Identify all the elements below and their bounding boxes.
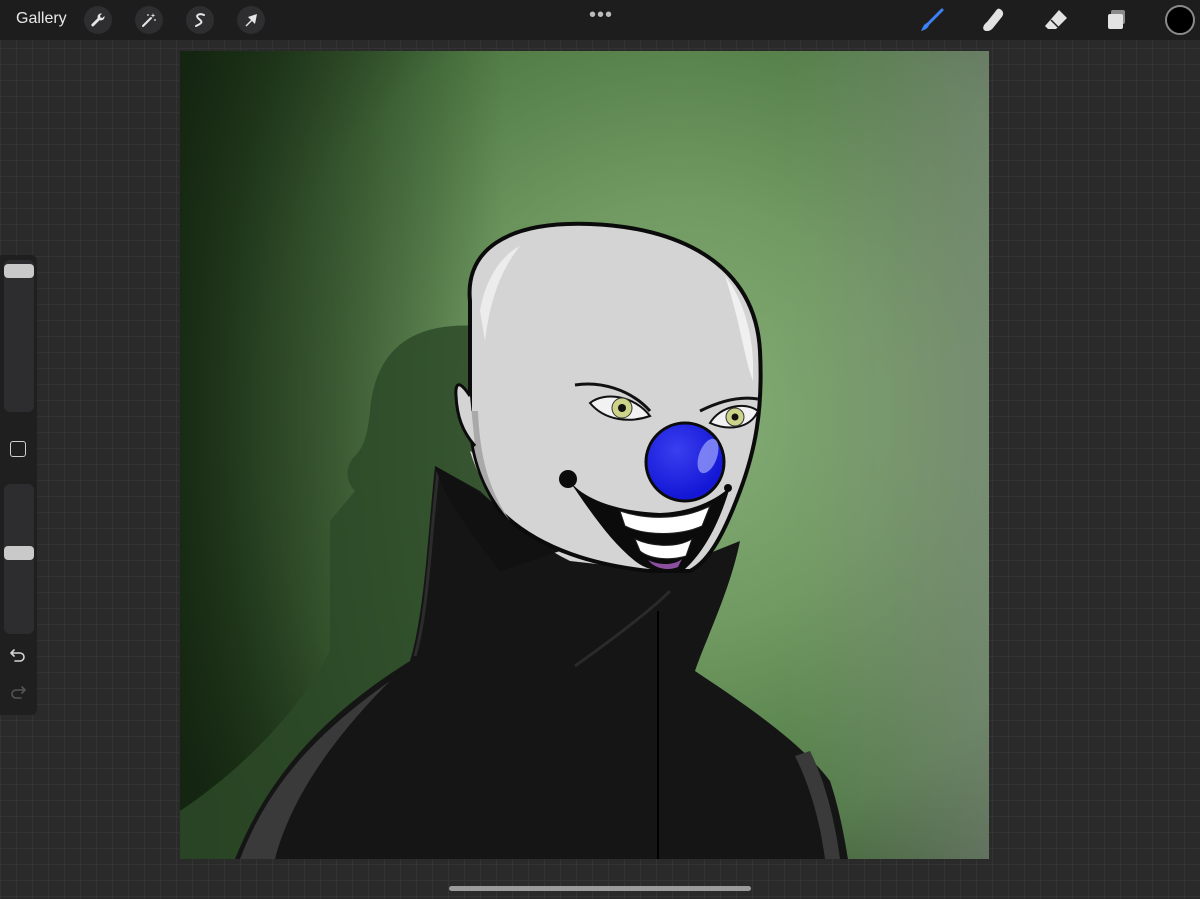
selection-s-icon [195,13,205,27]
smudge-finger-icon [983,8,1004,32]
home-indicator[interactable] [449,886,751,891]
wrench-icon [91,13,105,27]
eraser-tool-button[interactable] [1042,6,1070,34]
selection-button[interactable] [186,6,214,34]
undo-icon [10,649,25,662]
brush-tool-button[interactable] [918,6,946,34]
brush-size-thumb[interactable] [4,264,34,278]
undo-button[interactable] [9,646,27,664]
layers-icon [1108,10,1125,29]
redo-button[interactable] [9,683,27,701]
opacity-thumb[interactable] [4,546,34,560]
eraser-icon [1045,10,1067,29]
layers-button[interactable] [1103,6,1131,34]
gallery-button[interactable]: Gallery [16,10,67,28]
more-options-button[interactable]: ••• [589,4,613,27]
drawing-canvas[interactable] [180,51,989,859]
left-sidebar [0,255,37,715]
magic-wand-icon [142,13,156,27]
redo-icon [11,686,26,699]
smudge-tool-button[interactable] [980,6,1008,34]
actions-button[interactable] [84,6,112,34]
modify-button[interactable] [10,441,26,457]
opacity-slider[interactable] [4,484,34,634]
arrow-cursor-icon [245,14,257,27]
color-picker-button[interactable] [1165,5,1195,35]
brush-icon [921,8,944,31]
transform-button[interactable] [237,6,265,34]
adjustments-button[interactable] [135,6,163,34]
artwork-illustration [180,51,989,859]
top-toolbar: Gallery ••• [0,0,1200,40]
brush-size-slider[interactable] [4,260,34,412]
